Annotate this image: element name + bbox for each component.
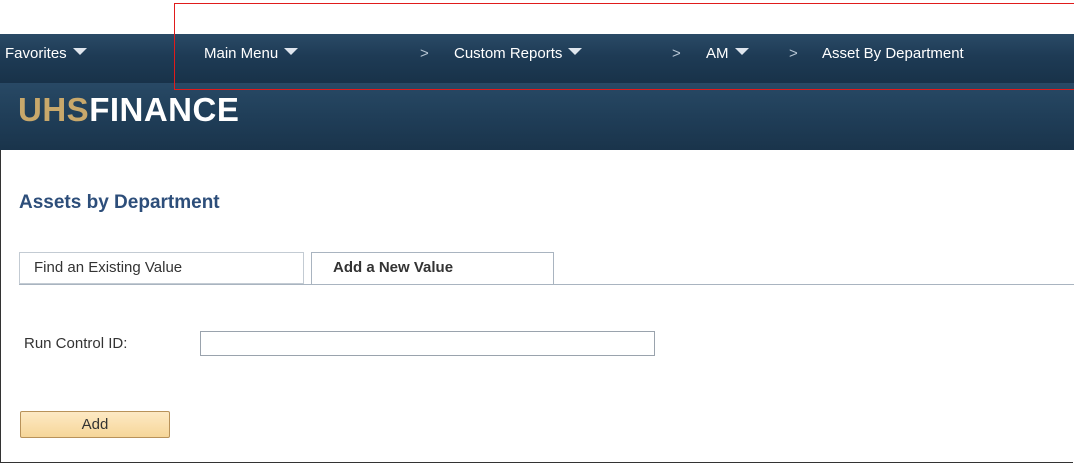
caret-down-icon	[72, 48, 87, 55]
uhs-finance-logo: UHSFINANCE	[18, 91, 239, 129]
tab-find-existing-value[interactable]: Find an Existing Value	[19, 252, 304, 284]
tab-add-new-value[interactable]: Add a New Value	[311, 252, 554, 285]
favorites-menu[interactable]: Favorites	[5, 45, 87, 62]
run-control-id-label: Run Control ID:	[24, 335, 128, 352]
header-banner: UHSFINANCE	[0, 83, 1074, 150]
page-title: Assets by Department	[19, 192, 220, 213]
breadcrumb-highlight-box	[174, 3, 1074, 90]
tab-divider	[19, 284, 1074, 285]
favorites-label: Favorites	[5, 45, 67, 62]
logo-uhs-text: UHS	[18, 91, 90, 128]
logo-finance-text: FINANCE	[89, 91, 240, 128]
run-control-id-input[interactable]	[200, 331, 655, 356]
add-button[interactable]: Add	[20, 411, 170, 438]
